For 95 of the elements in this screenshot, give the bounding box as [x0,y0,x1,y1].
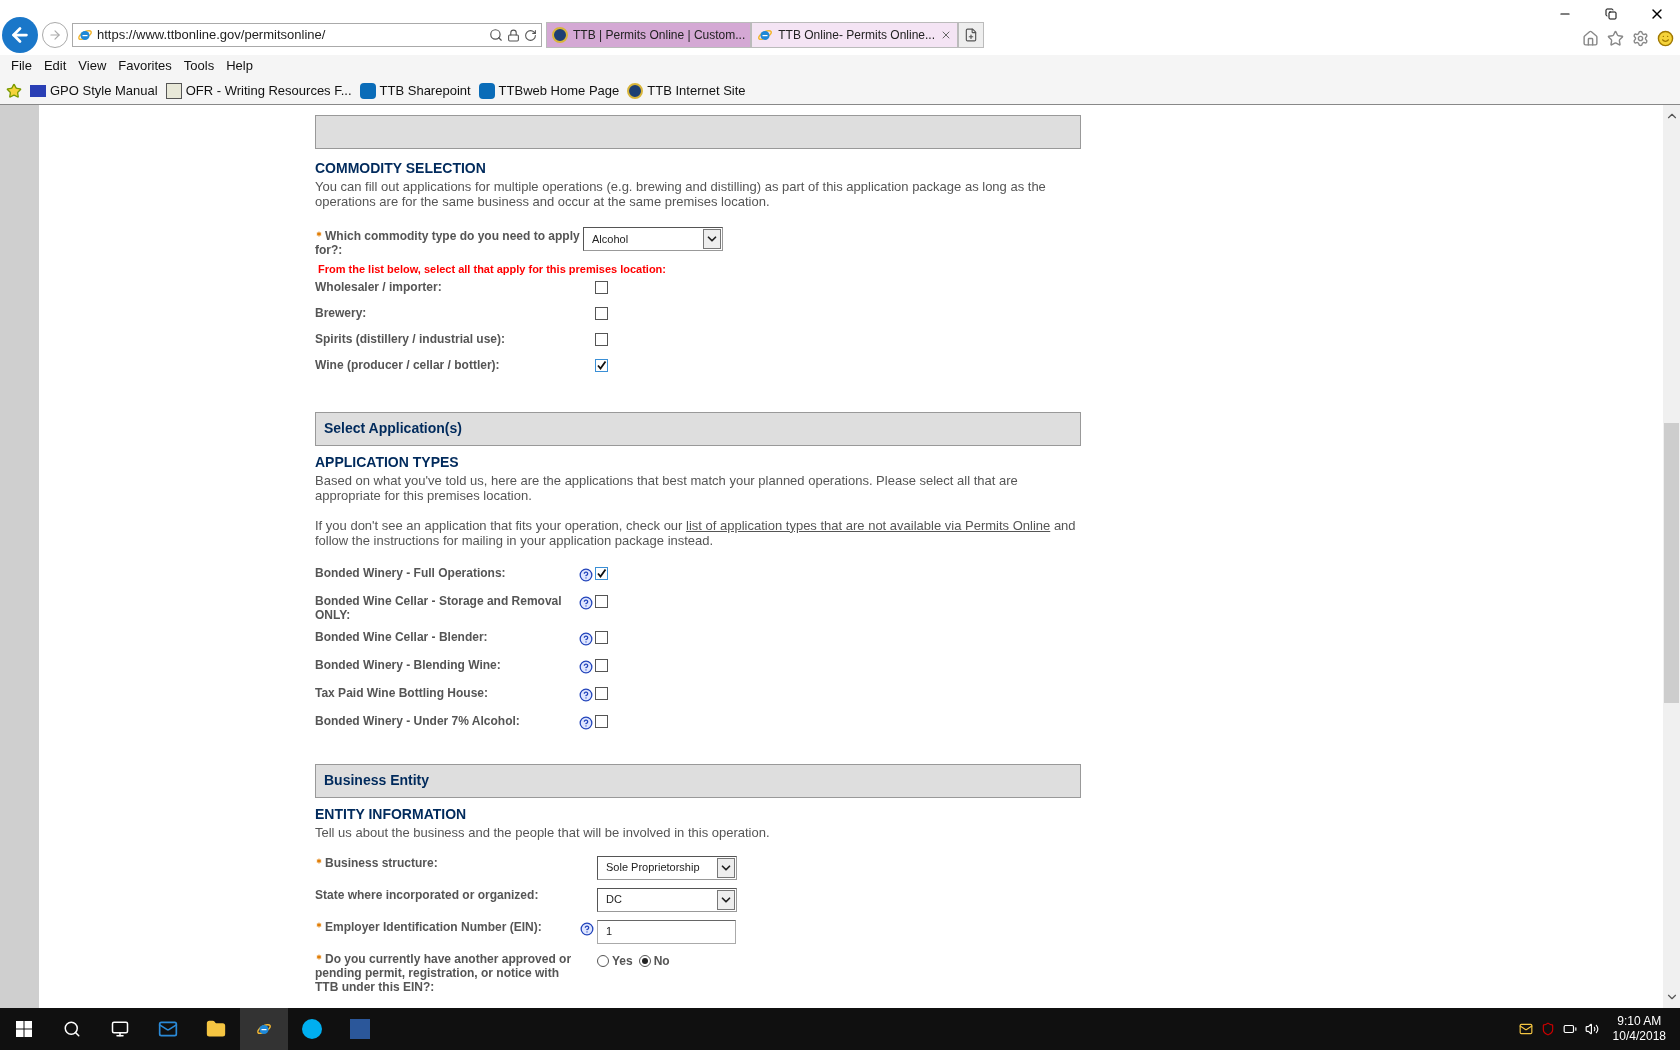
intro-text: Based on what you've told us, here are the applications that best match your planned operations. Please select all that are appropriate for this premises location. [315,472,1019,503]
ie-logo-icon [256,1021,272,1037]
folder-icon [206,1019,226,1039]
option-label: Bonded Winery - Under 7% Alcohol: [315,713,521,728]
menu-item[interactable]: Edit [38,56,72,76]
favorites-star-icon[interactable] [1607,30,1624,47]
field-label: Employer Identification Number (EIN): [315,919,580,934]
menu-item[interactable]: Help [221,56,258,76]
url-text: https://www.ttbonline.gov/permitsonline/ [97,26,327,45]
option-label: Wholesaler / importer: [315,278,443,296]
section-heading: ENTITY INFORMATION [315,804,468,824]
section-heading: APPLICATION TYPES [315,452,460,472]
ie-logo-icon [757,27,774,43]
checkbox[interactable] [595,306,608,320]
help-icon[interactable] [579,567,593,582]
clock-date[interactable]: 10/4/2018 [1612,1029,1666,1044]
option-label: Bonded Wine Cellar - Storage and Removal ONLY: [315,593,563,622]
dropdown[interactable]: Alcohol [583,227,723,251]
radio-option[interactable]: Yes [597,951,633,970]
favorite-link[interactable]: TTB Sharepoint [359,80,471,101]
favorites-icon[interactable] [6,82,22,99]
option-label: Bonded Winery - Blending Wine: [315,657,502,672]
ie-logo-icon [77,27,93,43]
browser-tab[interactable]: TTB | Permits Online | Custom... [546,22,752,48]
search-icon[interactable] [489,28,503,42]
checkbox[interactable] [595,358,608,372]
restore-icon [1605,8,1617,20]
close-tab-icon[interactable] [940,29,952,41]
favorite-link[interactable]: TTB Internet Site [627,80,746,101]
field-label: Business structure: [315,855,580,870]
intro-text: Tell us about the business and the people that will be involved in this operation. [315,824,771,840]
favorite-link[interactable]: GPO Style Manual [30,80,158,101]
mail-icon [158,1019,178,1039]
checkbox[interactable] [595,332,608,346]
home-icon[interactable] [1582,30,1599,47]
new-tab-button[interactable] [958,22,984,48]
section-heading: COMMODITY SELECTION [315,159,487,178]
menu-item[interactable]: Favorites [113,56,177,76]
checkbox[interactable] [595,630,608,644]
favorite-link[interactable]: TTBweb Home Page [478,80,620,101]
checkbox[interactable] [595,686,608,700]
clock-time[interactable]: 9:10 AM [1617,1014,1662,1029]
forward-arrow-icon [48,28,62,42]
back-button[interactable] [2,17,38,53]
help-icon[interactable] [579,659,593,674]
option-label: Tax Paid Wine Bottling House: [315,685,489,700]
help-icon[interactable] [579,631,593,646]
checkbox[interactable] [595,566,608,580]
option-label: Bonded Winery - Full Operations: [315,565,507,580]
favorite-link[interactable]: OFR - Writing Resources F... [165,80,352,101]
help-icon[interactable] [579,715,593,730]
checkbox[interactable] [595,594,608,608]
lock-icon [507,28,520,42]
checkbox[interactable] [595,658,608,672]
search-icon [63,1020,81,1038]
option-label: Bonded Wine Cellar - Blender: [315,629,489,644]
unavailable-types-link[interactable]: list of application types that are not available via Permits Online [686,517,1051,533]
option-label: Wine (producer / cellar / bottler): [315,356,501,374]
smiley-icon[interactable] [1657,30,1674,47]
settings-icon[interactable] [1632,30,1649,47]
help-icon[interactable] [579,595,593,610]
refresh-icon[interactable] [524,28,537,42]
battery-icon[interactable] [1562,1022,1577,1036]
help-icon[interactable] [579,687,593,702]
text-input[interactable]: 1 [597,919,736,944]
option-label: Brewery: [315,304,368,322]
menu-item[interactable]: Tools [178,56,220,76]
checkbox[interactable] [595,714,608,728]
seal-icon [552,27,568,43]
dropdown[interactable]: Sole Proprietorship [597,855,737,880]
menu-item[interactable]: File [6,56,37,76]
option-label: Spirits (distillery / industrial use): [315,330,507,348]
section-header: Select Application(s) [315,411,1081,446]
instruction-text: From the list below, select all that apply for this premises location: [318,262,667,277]
field-label: Do you currently have another approved or pending permit, registration, or notice with TTB under this EIN?: [315,951,573,994]
volume-icon[interactable] [1584,1022,1599,1036]
field-label: State where incorporated or organized: [315,887,540,902]
menu-item[interactable]: View [73,56,112,76]
windows-logo-icon [16,1021,32,1037]
mail-tray-icon[interactable] [1518,1022,1533,1036]
intro-text: You can fill out applications for multiple operations (e.g. brewing and distilling) as part of this application package as long as the operations are for the same business and occur at the same premises location. [315,179,1047,209]
checkbox[interactable] [595,280,608,294]
browser-tab[interactable]: TTB Online- Permits Online... [751,22,958,48]
dropdown[interactable]: DC [597,887,737,912]
help-icon[interactable] [580,921,594,936]
field-label: Which commodity type do you need to apply for?: [315,228,581,257]
address-bar[interactable]: https://www.ttbonline.gov/permitsonline/ [72,23,542,47]
seal-icon [627,82,644,99]
task-view-icon [111,1020,129,1038]
scrollbar[interactable] [1663,105,1680,1008]
radio-option[interactable]: No [638,951,670,970]
note-text: If you don't see an application that fits your operation, check our list of application types that are not available via Permits Online and follow the instructions for mailing in your application package instead. [315,517,1077,548]
new-page-icon [964,28,978,42]
section-header: Business Entity [315,763,1081,798]
shield-tray-icon[interactable] [1540,1022,1555,1036]
